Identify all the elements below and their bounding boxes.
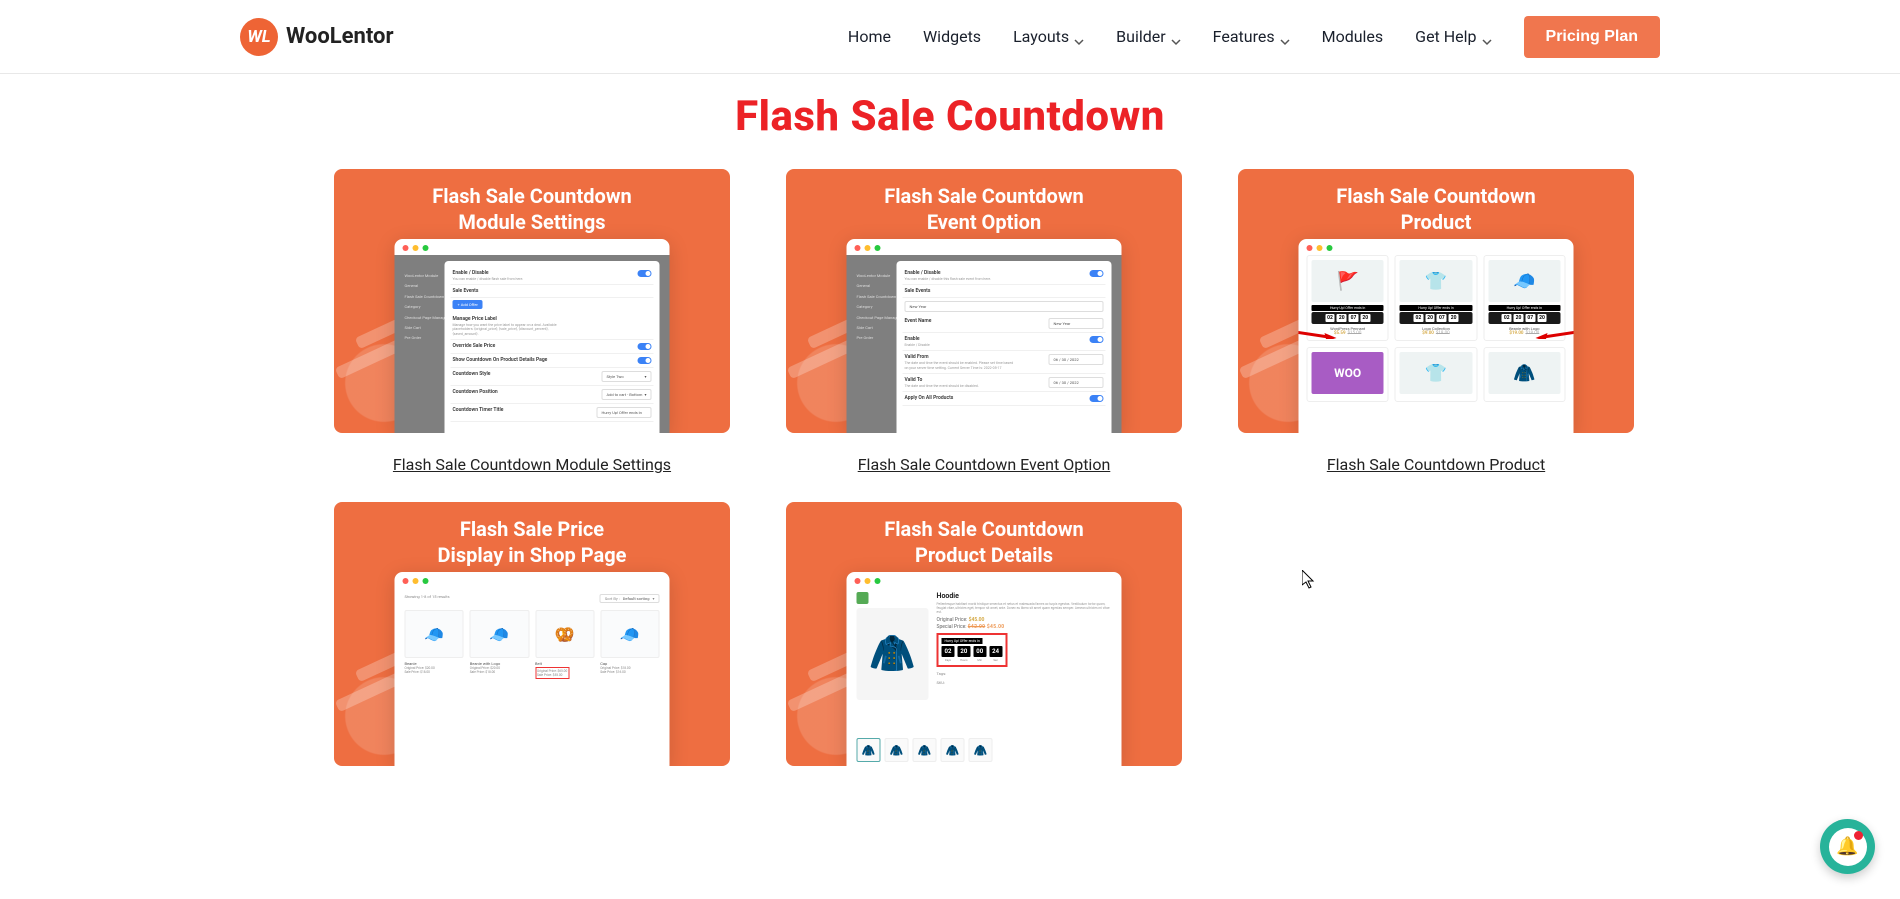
- card-preview[interactable]: Flash Sale Price Display in Shop Page Sh…: [334, 502, 730, 766]
- mock-modal: Enable / DisableYou can enable / disable…: [897, 261, 1112, 433]
- nav-layouts[interactable]: Layouts: [1013, 27, 1084, 46]
- product-thumbnails: 🧥🧥🧥🧥🧥: [857, 738, 993, 762]
- card-preview[interactable]: Flash Sale Countdown Product 🚩Hurry Up! …: [1238, 169, 1634, 433]
- mock-window: WooLentor ModuleGeneralFlash Sale Countd…: [395, 239, 670, 433]
- nav-gethelp[interactable]: Get Help: [1415, 27, 1491, 46]
- toggle-icon: [638, 270, 652, 277]
- results-text: Showing 1-8 of 15 results: [405, 594, 450, 603]
- notification-dot-icon: [1854, 831, 1863, 840]
- shop-grid: 🧢BeanieOriginal Price: $20.00Sale Price:…: [405, 610, 660, 679]
- logo[interactable]: WL WooLentor: [240, 18, 394, 56]
- card-preview[interactable]: Flash Sale Countdown Event Option WooLen…: [786, 169, 1182, 433]
- pricing-button[interactable]: Pricing Plan: [1524, 16, 1660, 58]
- sort-select: Sort By :Default sorting▾: [600, 594, 660, 603]
- chevron-down-icon: [1280, 32, 1290, 42]
- card-caption[interactable]: Flash Sale Countdown Event Option: [858, 455, 1111, 474]
- page-title: Flash Sale Countdown: [0, 92, 1900, 141]
- chevron-down-icon: [1074, 32, 1084, 42]
- card-caption[interactable]: Flash Sale Countdown Product: [1327, 455, 1545, 474]
- countdown-box: Hurry Up! Offer ends in 02Days 20Hours 0…: [937, 633, 1008, 667]
- mock-window: 🧥 Hoodie Pellentesque habitant morbi tri…: [847, 572, 1122, 766]
- card-title: Flash Sale Countdown Product: [1336, 183, 1536, 235]
- mock-window: WooLentor ModuleGeneralFlash Sale Countd…: [847, 239, 1122, 433]
- mock-window: 🚩Hurry Up! Offer ends in02200720WordPres…: [1299, 239, 1574, 433]
- card-title: Flash Sale Countdown Product Details: [884, 516, 1084, 568]
- card-title: Flash Sale Countdown Module Settings: [432, 183, 632, 235]
- card-module-settings: Flash Sale Countdown Module Settings Woo…: [334, 169, 730, 474]
- card-preview[interactable]: Flash Sale Countdown Module Settings Woo…: [334, 169, 730, 433]
- card-shop-page: Flash Sale Price Display in Shop Page Sh…: [334, 502, 730, 766]
- card-product-details: Flash Sale Countdown Product Details 🧥 H…: [786, 502, 1182, 766]
- logo-text: WooLentor: [286, 24, 394, 49]
- toggle-icon: [1090, 270, 1104, 277]
- card-title: Flash Sale Countdown Event Option: [884, 183, 1084, 235]
- notification-fab[interactable]: 🔔: [1820, 819, 1875, 874]
- product-title: Hoodie: [937, 592, 1112, 600]
- card-caption[interactable]: Flash Sale Countdown Module Settings: [393, 455, 671, 474]
- product-grid: 🚩Hurry Up! Offer ends in02200720WordPres…: [1307, 255, 1566, 402]
- nav-modules[interactable]: Modules: [1322, 27, 1384, 46]
- nav-widgets[interactable]: Widgets: [923, 27, 981, 46]
- nav-features[interactable]: Features: [1213, 27, 1290, 46]
- cards-grid: Flash Sale Countdown Module Settings Woo…: [334, 169, 1566, 766]
- sale-badge-icon: [857, 592, 869, 604]
- main-nav: Home Widgets Layouts Builder Features Mo…: [848, 16, 1660, 58]
- toggle-icon: [1090, 336, 1104, 343]
- toggle-icon: [638, 357, 652, 364]
- nav-home[interactable]: Home: [848, 27, 891, 46]
- logo-icon: WL: [240, 18, 278, 56]
- product-image: 🧥: [857, 608, 929, 700]
- nav-builder[interactable]: Builder: [1116, 27, 1181, 46]
- card-title: Flash Sale Price Display in Shop Page: [438, 516, 627, 568]
- toggle-icon: [638, 343, 652, 350]
- mock-window: Showing 1-8 of 15 results Sort By :Defau…: [395, 572, 670, 766]
- toggle-icon: [1090, 395, 1104, 402]
- site-header: WL WooLentor Home Widgets Layouts Builde…: [0, 0, 1900, 74]
- chevron-down-icon: [1171, 32, 1181, 42]
- chevron-down-icon: [1482, 32, 1492, 42]
- arrow-icon: [1536, 329, 1574, 339]
- product-desc: Pellentesque habitant morbi tristique se…: [937, 602, 1112, 614]
- mock-sidebar: WooLentor ModuleGeneralFlash Sale Countd…: [405, 271, 449, 344]
- arrow-icon: [1299, 329, 1337, 339]
- mock-sidebar: WooLentor ModuleGeneralFlash Sale Countd…: [857, 271, 901, 344]
- card-product: Flash Sale Countdown Product 🚩Hurry Up! …: [1238, 169, 1634, 474]
- add-offer-button: + Add Offer: [453, 300, 483, 309]
- card-preview[interactable]: Flash Sale Countdown Product Details 🧥 H…: [786, 502, 1182, 766]
- card-event-option: Flash Sale Countdown Event Option WooLen…: [786, 169, 1182, 474]
- mock-modal: Enable / DisableYou can enable / disable…: [445, 261, 660, 433]
